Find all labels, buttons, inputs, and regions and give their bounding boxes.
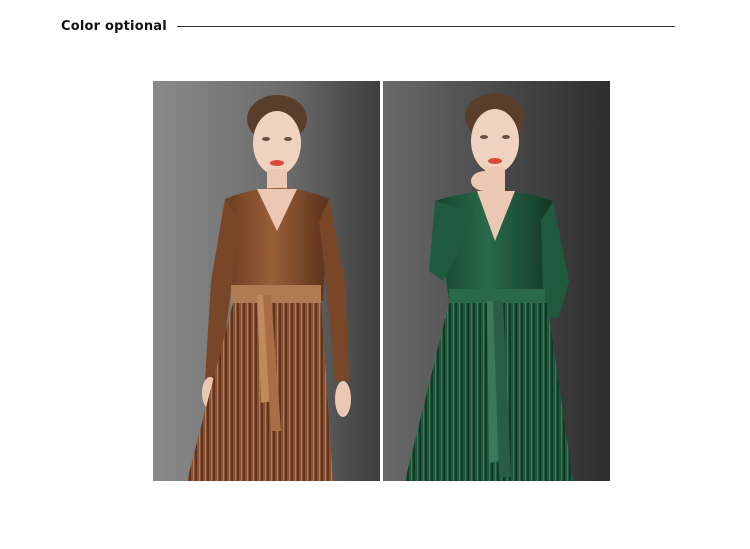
model-brown-dress-image (153, 81, 380, 481)
color-gallery (153, 81, 610, 481)
product-photo-brown[interactable] (153, 81, 380, 481)
header-divider (176, 25, 675, 27)
section-header: Color optional (61, 17, 675, 35)
product-photo-green[interactable] (383, 81, 610, 481)
section-title: Color optional (61, 18, 167, 34)
model-green-dress-image (383, 81, 610, 481)
